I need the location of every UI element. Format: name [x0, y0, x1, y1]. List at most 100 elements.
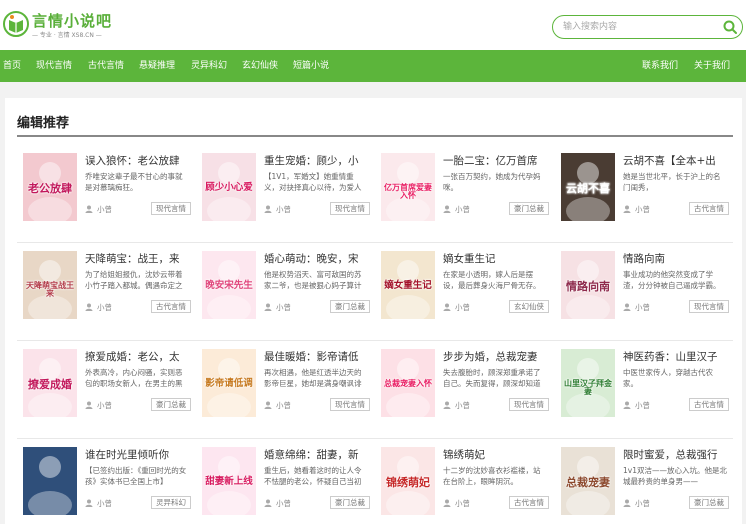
nav-modern-romance[interactable]: 现代言情: [36, 50, 72, 82]
book-item[interactable]: 总裁宠妻 限时蜜爱，总裁强行 1v1双洁——放心入坑。他是北城最矜贵的单身男—— 小曾…: [561, 447, 737, 524]
user-icon: [623, 303, 631, 311]
book-description: 外表高冷，内心闷骚，实则恶包的职场女新人，在男主的黑: [85, 368, 183, 388]
category-tag[interactable]: 古代言情: [151, 300, 191, 313]
category-tag[interactable]: 古代言情: [689, 398, 729, 411]
book-item[interactable]: 山里汉子拜金妻 神医药香：山里汉子 中医世家传人，穿越古代农家。 小曾 古代言情: [561, 349, 737, 435]
category-tag[interactable]: 现代言情: [689, 300, 729, 313]
nav-home[interactable]: 首页: [3, 50, 21, 82]
book-item[interactable]: 嫡女重生记 嫡女重生记 在家是小透明，嫁人后是摆设，最后葬身火海尸骨无存。 小曾 玄幻仙…: [381, 251, 557, 337]
book-item[interactable]: 晚安宋先生 婚心萌动：晚安，宋 他是权势滔天、富可敌国的苏家二爷，也是被狠心妈子算计…: [202, 251, 378, 337]
nav-mystery[interactable]: 悬疑推理: [139, 50, 175, 82]
category-tag[interactable]: 现代言情: [509, 398, 549, 411]
site-logo[interactable]: 言情小说吧 — 专业 · 言情 XS8.CN —: [2, 8, 132, 42]
user-icon: [264, 303, 272, 311]
book-cover[interactable]: 嫡女重生记: [381, 251, 435, 319]
book-title[interactable]: 谁在时光里倾听你: [85, 447, 197, 462]
book-title[interactable]: 天降萌宝：战王，来: [85, 251, 197, 266]
user-icon: [623, 401, 631, 409]
book-title[interactable]: 一胎二宝：亿万首席: [443, 153, 555, 168]
book-cover[interactable]: 总裁宠妻: [561, 447, 615, 515]
book-description: 【已签约出版：《重回时光的女孩》实体书已全国上市】: [85, 466, 187, 486]
category-tag[interactable]: 玄幻仙侠: [509, 300, 549, 313]
book-title[interactable]: 最佳暖婚：影帝请低: [264, 349, 376, 364]
category-tag[interactable]: 豪门总裁: [689, 496, 729, 509]
search-input[interactable]: [563, 19, 713, 35]
book-cover[interactable]: 影帝请低调: [202, 349, 256, 417]
book-description: 重生后，她看着这时的让人令不怯腿的老公，怀疑自己当初: [264, 466, 362, 486]
book-description: 失去腹胎时，顾深郑重承诺了自己。失而复得，顾深却知道: [443, 368, 541, 388]
book-cover[interactable]: 顾少小心爱: [202, 153, 256, 221]
book-author: 小曾: [623, 302, 650, 313]
book-cover[interactable]: 老公放肆: [23, 153, 77, 221]
book-title[interactable]: 步步为婚，总裁宠妻: [443, 349, 555, 364]
book-title[interactable]: 嫡女重生记: [443, 251, 555, 266]
book-author: 小曾: [85, 204, 112, 215]
book-item[interactable]: 甜妻新上线 婚意绵绵：甜妻，新重生后，她看着这时的让人令不怯腿的老公，怀疑自己当初…: [202, 447, 378, 524]
logo-subtitle: — 专业 · 言情 XS8.CN —: [32, 32, 102, 39]
book-item[interactable]: 亿万首席爱妻入怀 一胎二宝：亿万首席 一张百万契约，她成为代孕妈咪。 小曾 豪门总裁: [381, 153, 557, 239]
book-cover[interactable]: 甜妻新上线: [202, 447, 256, 515]
nav-contact-us[interactable]: 联系我们: [642, 50, 678, 82]
category-tag[interactable]: 古代言情: [509, 496, 549, 509]
book-cover[interactable]: 撩爱成婚: [23, 349, 77, 417]
search-box: [552, 15, 743, 39]
search-icon[interactable]: [722, 19, 738, 35]
nav-ancient-romance[interactable]: 古代言情: [88, 50, 124, 82]
book-item[interactable]: 谁在时光里倾听你【已签约出版：《重回时光的女孩》实体书已全国上市】小曾 灵异科幻: [23, 447, 199, 524]
book-item[interactable]: 天降萌宝战王来 天降萌宝：战王，来 为了给姐姐报仇，沈妙云带着小竹子踏入都城。偶遇命…: [23, 251, 199, 337]
book-title[interactable]: 云胡不喜【全本+出: [623, 153, 735, 168]
book-cover[interactable]: 总裁宠妻入怀: [381, 349, 435, 417]
nav-fantasy[interactable]: 玄幻仙侠: [242, 50, 278, 82]
author-name: 小曾: [97, 499, 112, 508]
book-description: 中医世家传人，穿越古代农家。: [623, 368, 713, 388]
nav-scifi[interactable]: 灵异科幻: [191, 50, 227, 82]
author-name: 小曾: [276, 205, 291, 214]
book-title[interactable]: 锦绣萌妃: [443, 447, 555, 462]
user-icon: [85, 499, 93, 507]
book-cover[interactable]: 云胡不喜: [561, 153, 615, 221]
book-title[interactable]: 重生宠婚：顾少，小: [264, 153, 376, 168]
book-title[interactable]: 婚意绵绵：甜妻，新: [264, 447, 376, 462]
category-tag[interactable]: 豪门总裁: [330, 496, 370, 509]
category-tag[interactable]: 现代言情: [330, 398, 370, 411]
book-cover[interactable]: 晚安宋先生: [202, 251, 256, 319]
book-cover[interactable]: 亿万首席爱妻入怀: [381, 153, 435, 221]
book-title[interactable]: 限时蜜爱，总裁强行: [623, 447, 735, 462]
book-title[interactable]: 情路向南: [623, 251, 735, 266]
author-name: 小曾: [276, 401, 291, 410]
book-author: 小曾: [443, 498, 470, 509]
category-tag[interactable]: 古代言情: [689, 202, 729, 215]
category-tag[interactable]: 现代言情: [151, 202, 191, 215]
book-item[interactable]: 总裁宠妻入怀 步步为婚，总裁宠妻失去腹胎时，顾深郑重承诺了自己。失而复得，顾深却知…: [381, 349, 557, 435]
book-author: 小曾: [443, 204, 470, 215]
cover-title-text: 山里汉子拜金妻: [564, 378, 612, 397]
book-cover[interactable]: 情路向南: [561, 251, 615, 319]
category-tag[interactable]: 豪门总裁: [151, 398, 191, 411]
book-cover[interactable]: 山里汉子拜金妻: [561, 349, 615, 417]
book-author: 小曾: [264, 204, 291, 215]
nav-short-stories[interactable]: 短篇小说: [293, 50, 329, 82]
book-item[interactable]: 老公放肆 误入狼怀：老公放肆 乔唯安这辈子最不甘心的事就是对慕璃痴狂。 小曾 现代言情: [23, 153, 199, 239]
row-separator: [17, 242, 733, 243]
book-title[interactable]: 婚心萌动：晚安，宋: [264, 251, 376, 266]
category-tag[interactable]: 豪门总裁: [509, 202, 549, 215]
book-item[interactable]: 撩爱成婚 撩爱成婚：老公，太 外表高冷，内心闷骚，实则恶包的职场女新人，在男主的黑小…: [23, 349, 199, 435]
book-item[interactable]: 顾少小心爱 重生宠婚：顾少，小【1V1，军婚文】她重情重义，对抉择真心以待，为爱人…: [202, 153, 378, 239]
author-name: 小曾: [635, 303, 650, 312]
author-name: 小曾: [276, 303, 291, 312]
book-title[interactable]: 撩爱成婚：老公，太: [85, 349, 197, 364]
book-title[interactable]: 神医药香：山里汉子: [623, 349, 735, 364]
book-cover[interactable]: 锦绣萌妃: [381, 447, 435, 515]
book-title[interactable]: 误入狼怀：老公放肆: [85, 153, 197, 168]
book-item[interactable]: 情路向南 情路向南 事业成功的他突然变成了学渣，分分钟被自己逼成学霸。 小曾 现代言情: [561, 251, 737, 337]
book-item[interactable]: 锦绣萌妃 锦绣萌妃 十二岁的沈妙喜衣衫褴褛，站在台阶上，眼眸阴沉。 小曾 古代言情: [381, 447, 557, 524]
book-description: 【1V1，军婚文】她重情重义，对抉择真心以待，为爱人: [264, 172, 362, 192]
category-tag[interactable]: 现代言情: [330, 202, 370, 215]
category-tag[interactable]: 豪门总裁: [330, 300, 370, 313]
book-item[interactable]: 影帝请低调 最佳暖婚：影帝请低 再次相遇，他是红透半边天的影帝巨星，她却是满身嘲讽诽…: [202, 349, 378, 435]
book-cover[interactable]: [23, 447, 77, 515]
book-item[interactable]: 云胡不喜 云胡不喜【全本+出 她是当世北平，长于沪上的名门闺秀， 小曾 古代言情: [561, 153, 737, 239]
nav-about-us[interactable]: 关于我们: [694, 50, 730, 82]
book-cover[interactable]: 天降萌宝战王来: [23, 251, 77, 319]
category-tag[interactable]: 灵异科幻: [151, 496, 191, 509]
